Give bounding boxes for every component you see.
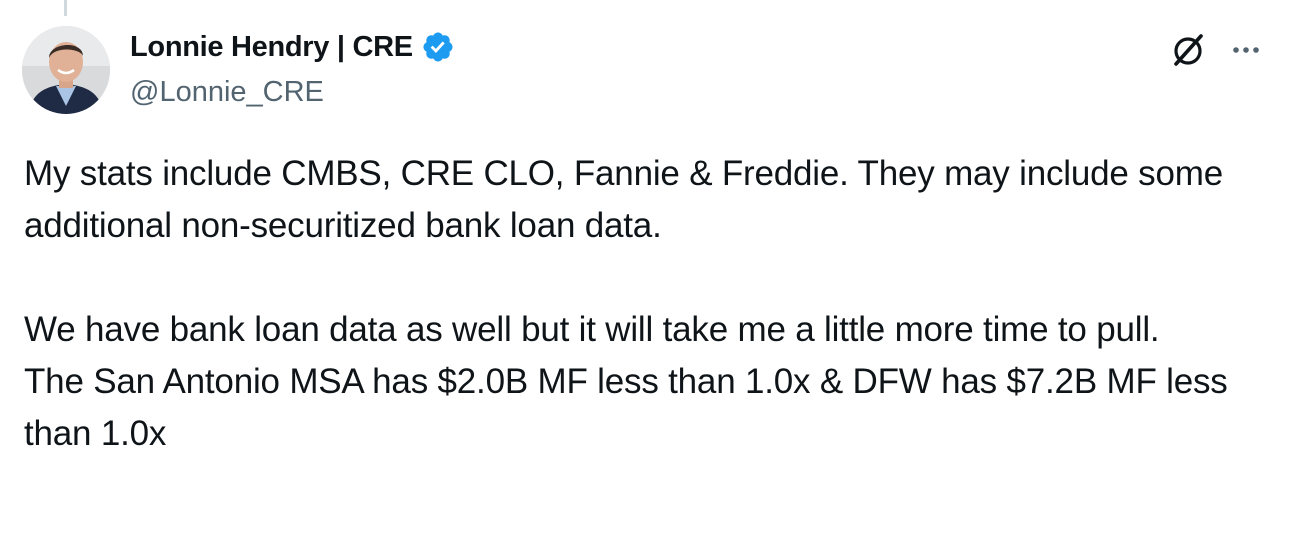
thread-connector-line — [64, 0, 67, 16]
grok-icon[interactable] — [1168, 30, 1208, 70]
avatar[interactable] — [22, 26, 110, 114]
author-name-row: Lonnie Hendry | CRE — [130, 30, 455, 64]
verified-badge-icon[interactable] — [421, 30, 455, 64]
author-display-name[interactable]: Lonnie Hendry | CRE — [130, 31, 413, 64]
tweet-paragraph: We have bank loan data as well but it wi… — [24, 310, 1160, 349]
tweet-paragraph: The San Antonio MSA has $2.0B MF less th… — [24, 362, 1228, 453]
tweet-paragraph: My stats include CMBS, CRE CLO, Fannie &… — [24, 154, 1223, 245]
avatar-image — [22, 26, 110, 114]
author-handle[interactable]: @Lonnie_CRE — [130, 76, 324, 109]
more-options-icon[interactable] — [1228, 32, 1264, 68]
tweet-text: My stats include CMBS, CRE CLO, Fannie &… — [24, 148, 1264, 460]
